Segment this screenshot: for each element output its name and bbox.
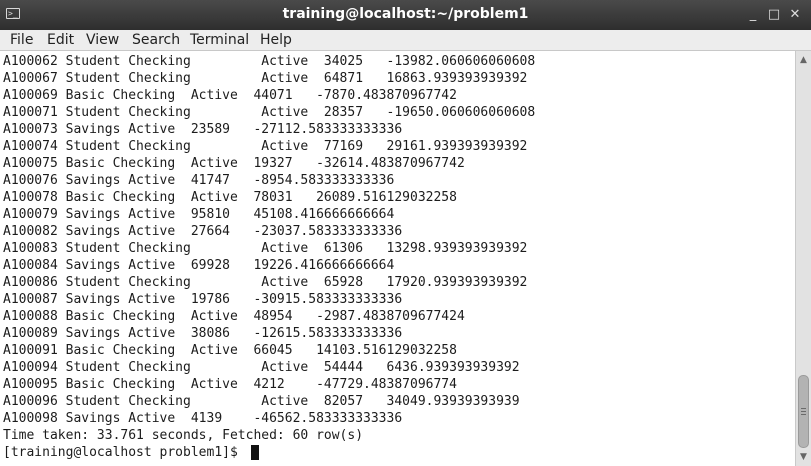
output-line: A100098 Savings Active 4139 -46562.58333… [3, 411, 403, 426]
close-button[interactable]: ✕ [786, 6, 804, 24]
shell-prompt: [training@localhost problem1]$ [3, 445, 246, 460]
output-line: A100075 Basic Checking Active 19327 -326… [3, 156, 465, 171]
output-line: A100087 Savings Active 19786 -30915.5833… [3, 292, 403, 307]
window-title: training@localhost:~/problem1 [282, 6, 529, 22]
vertical-scrollbar[interactable]: ▲ ▼ [795, 51, 811, 466]
menu-file[interactable]: File [10, 32, 33, 48]
terminal-output[interactable]: A100062 Student Checking Active 34025 -1… [0, 51, 795, 466]
scroll-up-arrow-icon[interactable]: ▲ [796, 53, 811, 67]
grip-line [801, 414, 806, 415]
menu-edit[interactable]: Edit [47, 32, 74, 48]
output-line: A100086 Student Checking Active 65928 17… [3, 275, 528, 290]
grip-line [801, 408, 806, 409]
output-line: A100094 Student Checking Active 54444 64… [3, 360, 520, 375]
output-line: A100074 Student Checking Active 77169 29… [3, 139, 528, 154]
scroll-down-arrow-icon[interactable]: ▼ [796, 450, 811, 464]
output-line: A100084 Savings Active 69928 19226.41666… [3, 258, 395, 273]
output-line: A100069 Basic Checking Active 44071 -787… [3, 88, 457, 103]
output-line: A100073 Savings Active 23589 -27112.5833… [3, 122, 403, 137]
output-line: A100082 Savings Active 27664 -23037.5833… [3, 224, 403, 239]
output-line: A100067 Student Checking Active 64871 16… [3, 71, 528, 86]
scrollbar-thumb[interactable] [798, 375, 809, 448]
output-line: A100062 Student Checking Active 34025 -1… [3, 54, 536, 69]
minimize-button[interactable]: _ [744, 6, 762, 24]
output-line: A100088 Basic Checking Active 48954 -298… [3, 309, 465, 324]
output-line: A100091 Basic Checking Active 66045 1410… [3, 343, 457, 358]
status-line: Time taken: 33.761 seconds, Fetched: 60 … [3, 428, 364, 443]
menu-view[interactable]: View [86, 32, 119, 48]
output-line: A100095 Basic Checking Active 4212 -4772… [3, 377, 457, 392]
output-line: A100071 Student Checking Active 28357 -1… [3, 105, 536, 120]
output-line: A100089 Savings Active 38086 -12615.5833… [3, 326, 403, 341]
maximize-button[interactable]: □ [765, 6, 783, 24]
menu-help[interactable]: Help [260, 32, 292, 48]
text-cursor [251, 445, 259, 460]
menu-terminal[interactable]: Terminal [190, 32, 249, 48]
output-line: A100096 Student Checking Active 82057 34… [3, 394, 520, 409]
window-titlebar[interactable]: >_ training@localhost:~/problem1 _ □ ✕ [0, 0, 811, 30]
menu-bar: File Edit View Search Terminal Help [0, 30, 811, 51]
output-line: A100079 Savings Active 95810 45108.41666… [3, 207, 395, 222]
grip-line [801, 411, 806, 412]
output-line: A100076 Savings Active 41747 -8954.58333… [3, 173, 395, 188]
output-line: A100083 Student Checking Active 61306 13… [3, 241, 528, 256]
output-line: A100078 Basic Checking Active 78031 2608… [3, 190, 457, 205]
menu-search[interactable]: Search [132, 32, 180, 48]
